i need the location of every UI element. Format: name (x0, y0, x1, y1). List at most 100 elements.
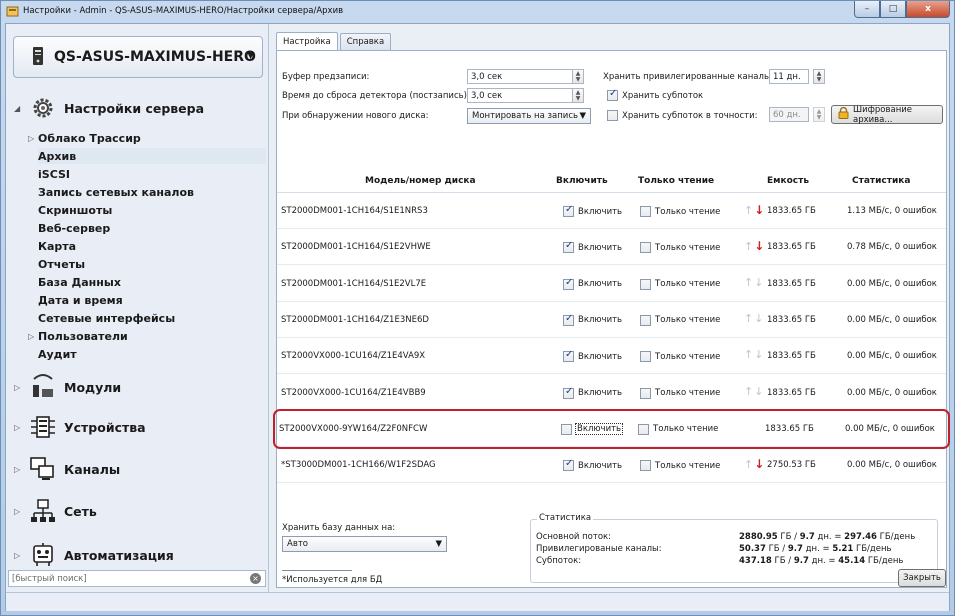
sidebar-item-audit[interactable]: Аудит (38, 346, 77, 362)
sidebar-item-network-recording[interactable]: Запись сетевых каналов (38, 184, 194, 200)
io-activity-icon: ↑ ↓ (744, 203, 764, 217)
minimize-button[interactable]: – (854, 1, 880, 18)
chevron-down-icon: ▼ (579, 111, 586, 121)
prebuffer-input[interactable]: 3,0 сек (467, 69, 579, 84)
enable-checkbox[interactable]: Включить (563, 204, 623, 217)
expand-icon[interactable]: ▷ (14, 551, 24, 560)
readonly-checkbox[interactable]: Только чтение (640, 460, 720, 472)
column-header-capacity[interactable]: Емкость (767, 176, 809, 186)
tab-bar: Настройка Справка (276, 32, 393, 51)
tree-node-devices[interactable]: ▷ Устройства (14, 410, 146, 444)
readonly-checkbox[interactable]: Только чтение (640, 242, 720, 254)
column-header-readonly[interactable]: Только чтение (638, 176, 714, 186)
sidebar-item-users[interactable]: ▷ Пользователи (28, 328, 128, 344)
readonly-label: Только чтение (655, 315, 721, 326)
enable-label: Включить (578, 242, 623, 253)
tab-settings[interactable]: Настройка (276, 32, 338, 50)
expand-icon[interactable]: ▷ (14, 423, 24, 432)
network-icon (28, 496, 58, 526)
expand-icon[interactable]: ▷ (28, 134, 38, 143)
title-bar[interactable]: Настройки - Admin - QS-ASUS-MAXIMUS-HERO… (1, 1, 954, 21)
sidebar-item-label: Дата и время (38, 293, 123, 307)
enable-checkbox[interactable]: Включить (563, 277, 622, 290)
close-window-button[interactable]: x (906, 1, 950, 18)
tab-help[interactable]: Справка (339, 33, 392, 50)
disk-model: ST2000VX000-1CU164/Z1E4VA9X (281, 351, 426, 362)
table-row[interactable]: ST2000VX000-9YW164/Z2F0NFCW Включить Тольк… (273, 408, 950, 449)
sidebar-item-reports[interactable]: Отчеты (38, 256, 85, 272)
bottom-area: Хранить базу данных на: Авто ▼ *Использу… (277, 509, 946, 589)
tree-node-channels[interactable]: ▷ Каналы (14, 452, 120, 486)
keep-priv-spinner[interactable]: ▲ ▼ (813, 69, 825, 84)
enable-checkbox[interactable]: Включить (563, 313, 622, 326)
readonly-checkbox[interactable]: Только чтение (640, 206, 720, 217)
sidebar-item-network-interfaces[interactable]: Сетевые интерфейсы (38, 310, 175, 326)
new-disk-select[interactable]: Монтировать на запись ▼ (467, 108, 591, 124)
table-row[interactable]: ST2000DM001-1CH164/S1E2VHWE Включить Тольк… (277, 229, 946, 266)
app-icon (5, 4, 19, 18)
readonly-label: Только чтение (653, 424, 719, 435)
readonly-checkbox[interactable]: Только чтение (640, 314, 721, 326)
keep-substream-exact-spinner[interactable]: ▲ ▼ (813, 107, 825, 122)
enable-checkbox[interactable]: Включить (563, 240, 623, 254)
sidebar-item-database[interactable]: База Данных (38, 274, 121, 290)
stat-value-main: 2880.95 ГБ / 9.7 дн. = 297.46 ГБ/день (739, 532, 916, 542)
readonly-checkbox[interactable]: Только чтение (640, 387, 720, 399)
table-row[interactable]: *ST3000DM001-1CH166/W1F2SDAG Включить Толь… (277, 447, 946, 484)
enable-checkbox[interactable]: Включить (563, 386, 622, 399)
close-button[interactable]: Закрыть (898, 569, 946, 587)
column-header-stats[interactable]: Статистика (852, 176, 910, 186)
column-header-enable[interactable]: Включить (556, 176, 608, 186)
keep-substream-exact-checkbox[interactable]: Хранить субпоток в точности: (607, 110, 758, 121)
enable-checkbox[interactable]: Включить (563, 458, 623, 472)
column-header-model[interactable]: Модель/номер диска (365, 176, 476, 186)
table-row[interactable]: ST2000DM001-1CH164/S1E2VL7E Включить Тольк… (277, 266, 946, 302)
lock-icon (838, 106, 849, 122)
checkbox-unchecked-icon (640, 278, 651, 290)
detector-reset-input[interactable]: 3,0 сек (467, 88, 579, 103)
enable-label: Включить (578, 460, 623, 471)
table-row[interactable]: ST2000DM001-1CH164/S1E1NRS3 Включить Тольк… (277, 193, 946, 229)
encrypt-archive-button[interactable]: Шифрование архива... (831, 105, 943, 125)
enable-checkbox[interactable]: Включить (561, 423, 624, 436)
sidebar-item-trassir-cloud[interactable]: ▷ Облако Трассир (28, 130, 141, 146)
tree-node-automation[interactable]: ▷ Автоматизация (14, 538, 174, 572)
sidebar-item-label: Отчеты (38, 257, 86, 271)
sidebar-item-date-time[interactable]: Дата и время (38, 292, 123, 308)
sidebar-item-map[interactable]: Карта (38, 238, 76, 254)
readonly-checkbox[interactable]: Только чтение (638, 423, 719, 435)
table-row[interactable]: ST2000VX000-1CU164/Z1E4VBB9 Включить Тольк… (277, 375, 946, 411)
server-selector[interactable]: QS-ASUS-MAXIMUS-HERO ▼ (13, 36, 263, 78)
tree-node-network[interactable]: ▷ Сеть (14, 494, 97, 528)
expand-icon[interactable]: ▷ (14, 507, 24, 516)
prebuffer-spinner[interactable]: ▲ ▼ (572, 69, 584, 84)
readonly-checkbox[interactable]: Только чтение (640, 278, 720, 290)
maximize-button[interactable]: □ (880, 1, 906, 18)
keep-substream-exact-input[interactable]: 60 дн. (769, 107, 809, 122)
sidebar-item-iscsi[interactable]: iSCSI (38, 166, 70, 182)
table-row[interactable]: ST2000DM001-1CH164/Z1E3NE6D Включить Тольк… (277, 302, 946, 338)
new-disk-label: При обнаружении нового диска: (282, 111, 429, 121)
keep-priv-input[interactable]: 11 дн. (769, 69, 809, 84)
expand-icon[interactable]: ▷ (14, 383, 24, 392)
readonly-checkbox[interactable]: Только чтение (640, 351, 720, 363)
table-row[interactable]: ST2000VX000-1CU164/Z1E4VA9X Включить Тольк… (277, 338, 946, 375)
tree-node-modules[interactable]: ▷ Модули (14, 370, 121, 404)
keep-substream-checkbox[interactable]: Хранить субпоток (607, 88, 703, 101)
enable-label: Включить (578, 206, 623, 217)
collapse-icon[interactable]: ◢ (14, 104, 24, 113)
expand-icon[interactable]: ▷ (28, 332, 38, 341)
sidebar-item-archive[interactable]: Архив (38, 148, 266, 164)
sidebar-item-web-server[interactable]: Веб-сервер (38, 220, 110, 236)
quick-search-input[interactable]: [быстрый поиск] × (8, 570, 266, 587)
enable-checkbox[interactable]: Включить (563, 349, 622, 363)
sidebar-item-label: Аудит (38, 347, 77, 361)
clear-search-icon[interactable]: × (250, 573, 261, 584)
io-activity-icon: ↑ ↓ (744, 385, 763, 398)
stat-value-priv: 50.37 ГБ / 9.7 дн. = 5.21 ГБ/день (739, 544, 892, 554)
expand-icon[interactable]: ▷ (14, 465, 24, 474)
db-location-select[interactable]: Авто ▼ (282, 536, 447, 552)
detector-reset-spinner[interactable]: ▲ ▼ (572, 88, 584, 103)
sidebar-item-screenshots[interactable]: Скриншоты (38, 202, 112, 218)
tree-node-server-settings[interactable]: ◢ Настройки сервера (14, 92, 204, 124)
